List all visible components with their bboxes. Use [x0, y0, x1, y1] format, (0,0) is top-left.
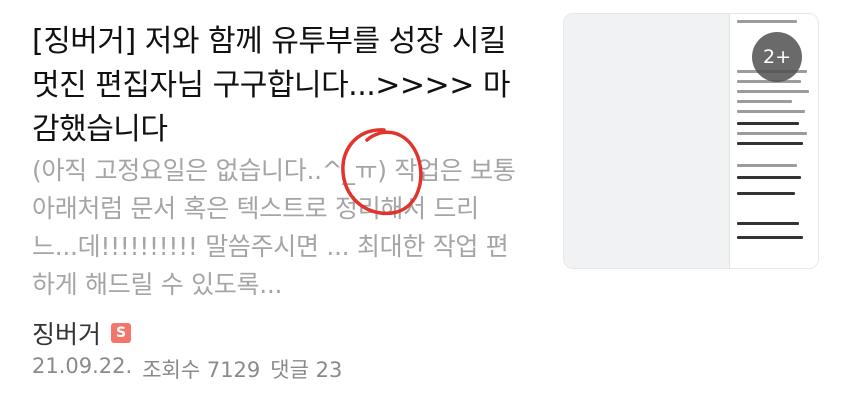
- author-name[interactable]: 징버거: [32, 315, 101, 351]
- post-thumbnail[interactable]: 2+: [563, 13, 819, 269]
- post-title[interactable]: [징버거] 저와 함께 유투부를 성장 시킬 멋진 편집자님 구구합니다...>…: [32, 20, 522, 152]
- image-count-badge: 2+: [752, 32, 802, 82]
- author-badge-icon: S: [111, 323, 132, 343]
- view-count: 조회수 7129: [142, 358, 261, 382]
- comment-count: 댓글 23: [270, 358, 343, 382]
- post-card[interactable]: [징버거] 저와 함께 유투부를 성장 시킬 멋진 편집자님 구구합니다...>…: [0, 0, 850, 418]
- post-snippet: (아직 고정요일은 없습니다..^_ㅠ) 작업은 보통 아래처럼 문서 혹은 텍…: [32, 156, 516, 299]
- author-row: 징버거 S: [32, 315, 132, 351]
- thumbnail-blank-area: [564, 14, 729, 268]
- post-date: 21.09.22.: [32, 354, 133, 378]
- post-meta: 21.09.22. 조회수 7129 댓글 23: [32, 354, 342, 384]
